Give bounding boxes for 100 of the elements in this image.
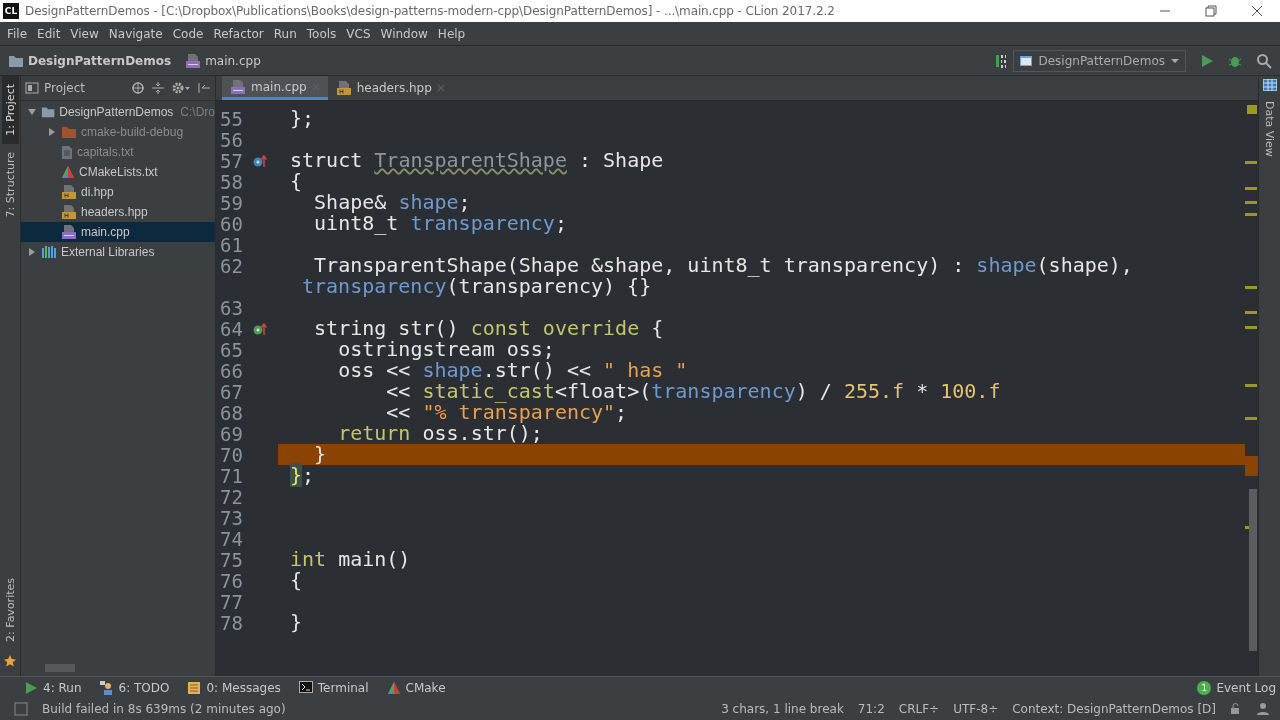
menu-item[interactable]: Window: [375, 26, 433, 41]
line-number: 55: [219, 107, 243, 130]
line-number: 71: [219, 464, 243, 487]
play-icon: [24, 680, 38, 695]
menu-item[interactable]: Edit: [32, 26, 66, 41]
tool-window-tab[interactable]: 7: Structure: [1, 143, 19, 226]
text-file-icon: [61, 144, 73, 160]
triangle-icon: [386, 680, 401, 695]
caret-icon: [1170, 57, 1180, 64]
tree-item[interactable]: di.hpp: [21, 182, 215, 202]
code-line: << "% transparency";: [385, 402, 628, 423]
cpp-file-icon: [61, 224, 77, 240]
tool-window-button[interactable]: 6: TODO: [99, 680, 170, 695]
line-number: 63: [219, 296, 243, 319]
status-item[interactable]: 71:2: [857, 702, 885, 716]
status-item[interactable]: CRLF÷: [898, 702, 940, 716]
code-line: {: [290, 171, 304, 192]
override-marker-icon: [253, 153, 267, 168]
line-number: 56: [219, 128, 243, 151]
tool-window-button[interactable]: 4: Run: [24, 680, 82, 695]
code-line: ostringstream oss;: [338, 339, 556, 360]
code-line: uint8_t transparency;: [313, 213, 568, 234]
line-number: 61: [219, 233, 243, 256]
tree-item[interactable]: main.cpp: [21, 222, 215, 242]
folder-icon: [61, 125, 77, 139]
code-line: }: [290, 612, 304, 633]
app-logo: CL: [3, 3, 19, 19]
person-icon: [1256, 702, 1270, 716]
cpp-file-icon: [185, 52, 202, 69]
window-icon: [1019, 54, 1034, 67]
run-config-dropdown[interactable]: DesignPatternDemos: [1013, 49, 1186, 72]
code-line: transparency(transparency) {}: [301, 276, 652, 297]
line-number: 66: [219, 359, 243, 382]
search-icon: [1256, 52, 1272, 69]
menu-item[interactable]: File: [2, 26, 33, 41]
tool-window-tab[interactable]: Data View: [1261, 93, 1278, 165]
menu-item[interactable]: VCS: [341, 26, 376, 41]
override-marker-icon: [253, 321, 267, 336]
line-number: 58: [219, 170, 243, 193]
event-log-button[interactable]: 1 Event Log: [1197, 680, 1276, 695]
terminal-icon: [298, 680, 313, 695]
expanded-arrow-icon: [27, 107, 37, 117]
scrollbar-thumb[interactable]: [45, 664, 75, 672]
tool-window-tab[interactable]: 1: Project: [1, 76, 19, 144]
menu-item[interactable]: View: [65, 26, 104, 41]
menu-item[interactable]: Code: [167, 26, 209, 41]
code-line: int main(): [290, 549, 412, 570]
lock-icon: [1230, 703, 1242, 715]
collapse-icon: [151, 81, 165, 95]
menu-item[interactable]: Help: [432, 26, 471, 41]
tool-window-button[interactable]: Terminal: [298, 680, 369, 695]
restore-icon: [1205, 5, 1217, 17]
status-item[interactable]: 3 chars, 1 line break: [721, 702, 844, 716]
editor-tab[interactable]: main.cpp: [222, 76, 328, 100]
tree-item[interactable]: CMakeLists.txt: [21, 162, 215, 182]
tree-item[interactable]: External Libraries: [21, 242, 215, 262]
collapsed-arrow-icon: [47, 127, 57, 137]
tool-window-button[interactable]: 0: Messages: [187, 680, 281, 695]
line-number: 62: [219, 254, 243, 277]
line-number: 64: [219, 317, 243, 340]
tool-window-button[interactable]: CMake: [386, 680, 446, 695]
play-icon: [1200, 53, 1214, 68]
collapsed-arrow-icon: [27, 247, 37, 257]
breadcrumb[interactable]: DesignPatternDemos: [8, 53, 172, 68]
menu-item[interactable]: Navigate: [103, 26, 168, 41]
code-line: struct TransparentShape : Shape: [290, 150, 665, 171]
message-list-icon: [187, 680, 202, 695]
code-line: << static_cast<float>(transparency) / 255.f * 100.f: [385, 381, 1002, 402]
crosshair-icon: [131, 81, 145, 95]
code-line: oss << shape.str() << " has ": [337, 360, 689, 381]
line-number: 76: [219, 569, 243, 592]
status-item[interactable]: Context: DesignPatternDemos [D]: [1012, 702, 1216, 716]
code-line: {: [290, 570, 304, 591]
code-line: TransparentShape(Shape &shape, uint8_t transparency) : shape(shape),: [313, 255, 1134, 276]
line-number: 65: [219, 338, 243, 361]
status-item[interactable]: UTF-8÷: [953, 702, 999, 716]
panel-title[interactable]: Project: [25, 81, 86, 95]
editor-tab[interactable]: headers.hpp: [327, 76, 453, 100]
line-number: 75: [219, 548, 243, 571]
breadcrumb[interactable]: main.cpp: [185, 52, 261, 69]
line-number: 78: [219, 611, 243, 634]
menu-item[interactable]: Tools: [301, 26, 342, 41]
line-number: 68: [219, 401, 243, 424]
triangle-icon: [61, 165, 75, 179]
line-number: 67: [219, 380, 243, 403]
menu-item[interactable]: Run: [268, 26, 302, 41]
folder-icon: [8, 53, 24, 68]
line-number: 77: [219, 590, 243, 613]
line-number: 59: [219, 191, 243, 214]
line-number: 57: [219, 149, 243, 172]
tree-item[interactable]: headers.hpp: [21, 202, 215, 222]
code-line: string str() const override {: [313, 318, 665, 339]
notification-count: 1: [1197, 680, 1212, 695]
person-icon: [99, 680, 114, 695]
tree-item[interactable]: DesignPatternDemos C:\Dro: [21, 102, 215, 122]
panel-toggle-icon: [14, 702, 28, 716]
tool-window-tab[interactable]: 2: Favorites: [1, 570, 19, 650]
libraries-icon: [41, 245, 57, 259]
menu-item[interactable]: Refactor: [208, 26, 269, 41]
code-line: return oss.str();: [337, 423, 543, 444]
